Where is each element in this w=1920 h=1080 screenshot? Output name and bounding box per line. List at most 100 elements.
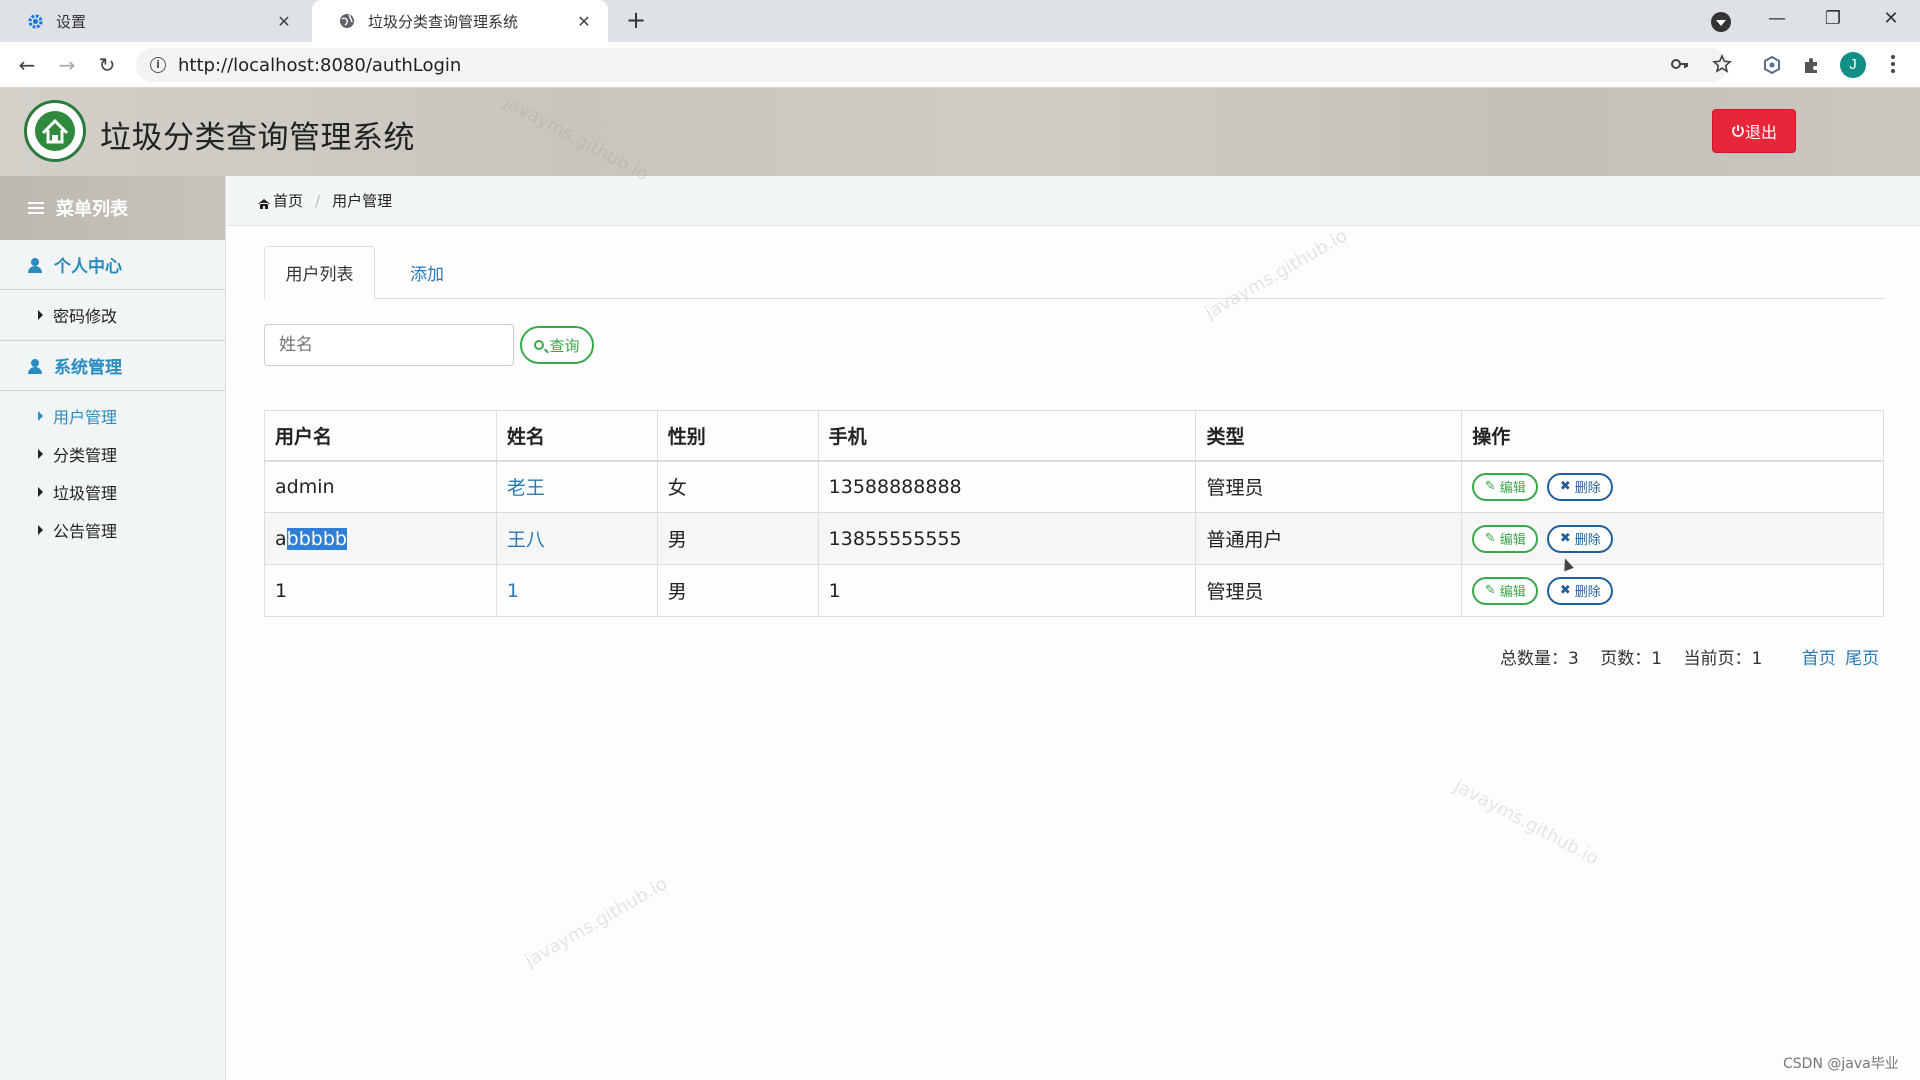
sidebar-item-password[interactable]: 密码修改 xyxy=(0,296,225,334)
browser-menu-icon[interactable] xyxy=(1888,52,1898,78)
sidebar-group-personal[interactable]: 个人中心 xyxy=(0,240,225,290)
caret-right-icon xyxy=(38,487,43,497)
cell-username: admin xyxy=(264,460,497,513)
sidebar-item-garbage[interactable]: 垃圾管理 xyxy=(0,473,225,511)
logout-label: 退出 xyxy=(1744,123,1777,142)
caret-right-icon xyxy=(38,310,43,320)
site-info-icon[interactable]: i xyxy=(150,57,166,73)
minimize-icon[interactable]: — xyxy=(1764,8,1790,29)
tab-user-list[interactable]: 用户列表 xyxy=(264,246,375,299)
browser-tab-active[interactable]: 垃圾分类查询管理系统 ✕ xyxy=(312,0,608,42)
browser-tab-settings[interactable]: 设置 ✕ xyxy=(0,0,308,42)
home-icon xyxy=(257,196,271,209)
power-icon xyxy=(1732,125,1744,137)
watermark: javayms.github.io xyxy=(521,873,671,972)
username-text: 1 xyxy=(275,579,288,602)
cell-type: 管理员 xyxy=(1195,460,1463,513)
cell-gender: 男 xyxy=(656,512,819,565)
tab-title: 垃圾分类查询管理系统 xyxy=(368,12,519,31)
sidebar-item-label: 用户管理 xyxy=(53,408,118,427)
sidebar-item-label: 密码修改 xyxy=(53,307,118,326)
col-phone: 手机 xyxy=(817,410,1197,462)
window-close-icon[interactable]: ✕ xyxy=(1878,8,1904,29)
x-icon: ✖ xyxy=(1559,531,1571,546)
col-username: 用户名 xyxy=(264,410,497,462)
pencil-icon: ✎ xyxy=(1484,479,1496,495)
user-icon xyxy=(28,257,42,273)
logout-button[interactable]: 退出 xyxy=(1712,109,1796,153)
restore-icon[interactable]: ❐ xyxy=(1820,8,1846,29)
col-type: 类型 xyxy=(1195,410,1463,462)
reload-icon[interactable]: ↻ xyxy=(94,52,120,78)
cell-phone: 13588888888 xyxy=(817,460,1197,513)
breadcrumb-home[interactable]: 首页 xyxy=(273,190,303,211)
pagination: 总数量：3 页数：1 当前页：1 首页 尾页 xyxy=(1500,644,1883,669)
caret-right-icon xyxy=(38,525,43,535)
breadcrumb-current: 用户管理 xyxy=(332,192,393,210)
url-text[interactable]: http://localhost:8080/authLogin xyxy=(178,55,461,76)
sidebar-group-system[interactable]: 系统管理 xyxy=(0,341,225,391)
sidebar: 菜单列表 个人中心 密码修改 系统管理 用户管理 分类管理 垃圾管理 公告管理 xyxy=(0,176,226,1080)
breadcrumb-separator: / xyxy=(315,191,321,210)
sidebar-item-users[interactable]: 用户管理 xyxy=(0,397,225,435)
sidebar-item-label: 分类管理 xyxy=(53,446,118,465)
back-icon[interactable]: ← xyxy=(14,52,40,78)
key-icon[interactable] xyxy=(1668,52,1692,76)
sidebar-item-notices[interactable]: 公告管理 xyxy=(0,511,225,549)
tab-add[interactable]: 添加 xyxy=(382,246,472,299)
total-count: 总数量：3 xyxy=(1500,649,1579,669)
bookmark-star-icon[interactable] xyxy=(1710,52,1734,76)
name-search-input[interactable] xyxy=(264,324,514,366)
app-title: 垃圾分类查询管理系统 xyxy=(100,120,415,156)
profile-avatar[interactable]: J xyxy=(1840,52,1866,78)
sidebar-group-label: 系统管理 xyxy=(54,358,122,378)
forward-icon[interactable]: → xyxy=(54,52,80,78)
close-icon[interactable]: ✕ xyxy=(274,11,294,31)
username-text: admin xyxy=(275,475,335,498)
sidebar-submenu-personal: 密码修改 xyxy=(0,290,225,341)
cell-type: 管理员 xyxy=(1195,564,1463,617)
gear-icon xyxy=(26,12,44,30)
username-text: a xyxy=(275,527,287,550)
close-icon[interactable]: ✕ xyxy=(574,11,594,31)
cell-name[interactable]: 1 xyxy=(495,564,658,617)
table-header-row: 用户名 姓名 性别 手机 类型 操作 xyxy=(264,410,1884,462)
last-page-link[interactable]: 尾页 xyxy=(1845,649,1879,669)
edit-button[interactable]: ✎ 编辑 xyxy=(1472,472,1539,501)
table-row: abbbbb 王八 男 13855555555 普通用户 ✎ 编辑 ✖ 删除 xyxy=(264,512,1884,565)
user-icon xyxy=(28,358,42,374)
search-button-label: 查询 xyxy=(549,336,580,355)
address-bar[interactable]: i http://localhost:8080/authLogin xyxy=(136,48,1728,82)
extension-icon[interactable] xyxy=(1760,53,1784,77)
sidebar-item-label: 垃圾管理 xyxy=(53,484,118,503)
edit-label: 编辑 xyxy=(1499,585,1526,600)
delete-button[interactable]: ✖ 删除 xyxy=(1547,524,1614,553)
watermark: javayms.github.io xyxy=(1450,775,1603,870)
edit-label: 编辑 xyxy=(1499,481,1526,497)
sidebar-item-categories[interactable]: 分类管理 xyxy=(0,435,225,473)
cell-actions: ✎ 编辑 ✖ 删除 xyxy=(1461,564,1884,617)
col-actions: 操作 xyxy=(1461,410,1884,462)
cell-username: abbbbb xyxy=(264,512,497,565)
tab-title: 设置 xyxy=(56,12,87,31)
sidebar-item-label: 公告管理 xyxy=(53,522,118,541)
delete-button[interactable]: ✖ 删除 xyxy=(1547,576,1614,605)
cell-name[interactable]: 老王 xyxy=(495,460,658,513)
puzzle-icon[interactable] xyxy=(1800,53,1824,77)
x-icon: ✖ xyxy=(1559,583,1571,598)
edit-button[interactable]: ✎ 编辑 xyxy=(1472,524,1539,553)
page-count: 页数：1 xyxy=(1600,649,1663,669)
caret-right-icon xyxy=(38,449,43,459)
delete-button[interactable]: ✖ 删除 xyxy=(1547,472,1614,501)
delete-label: 删除 xyxy=(1574,585,1601,600)
cell-name[interactable]: 王八 xyxy=(495,512,658,565)
search-button[interactable]: 查询 xyxy=(520,326,594,364)
first-page-link[interactable]: 首页 xyxy=(1802,649,1836,669)
edit-button[interactable]: ✎ 编辑 xyxy=(1472,576,1539,605)
new-tab-button[interactable]: + xyxy=(624,8,648,33)
tab-search-icon[interactable] xyxy=(1711,12,1731,32)
school-logo xyxy=(24,100,86,162)
col-name: 姓名 xyxy=(495,410,658,462)
cell-phone: 13855555555 xyxy=(817,512,1197,565)
pencil-icon: ✎ xyxy=(1484,583,1496,598)
